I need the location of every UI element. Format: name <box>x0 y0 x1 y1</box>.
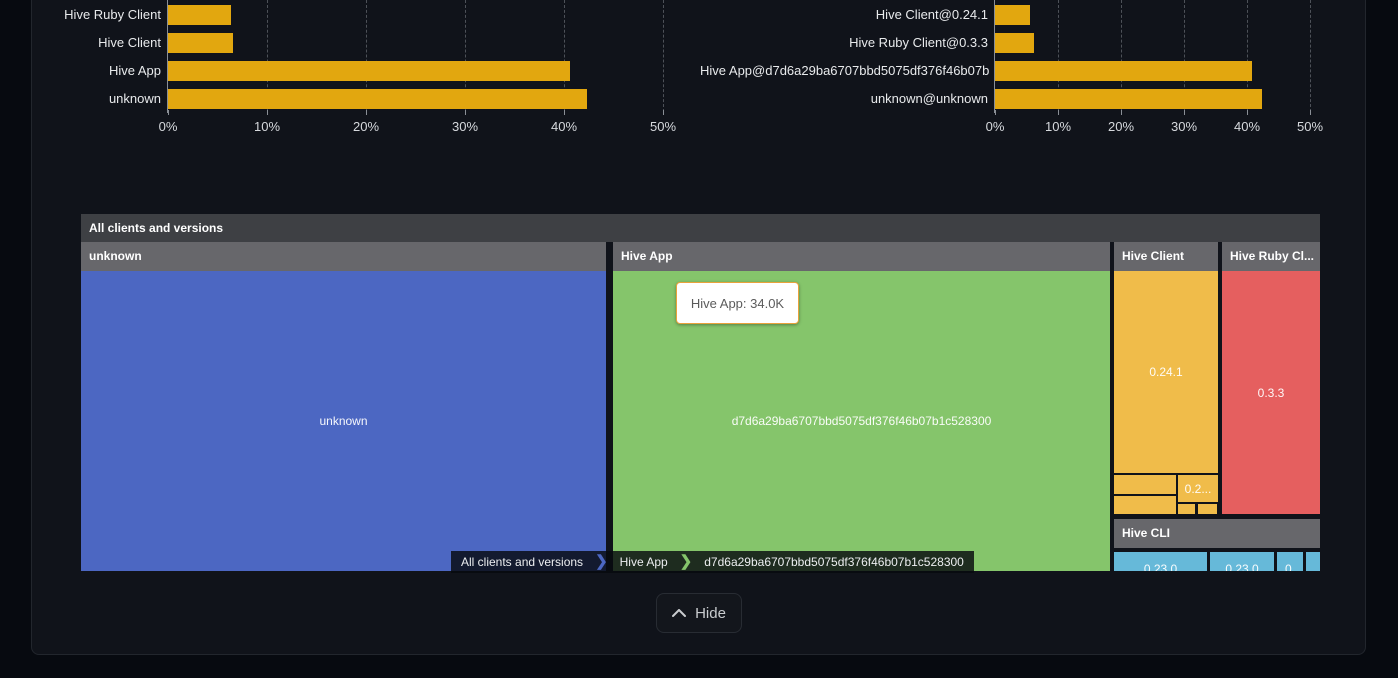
gridline <box>1310 0 1311 112</box>
treemap-section-header[interactable]: Hive CLI <box>1114 519 1320 548</box>
client-versions-share-bar-chart: 0% 10% 20% 30% 40% 50% Hive Client@0.24.1 Hive … <box>700 0 1398 140</box>
x-tick-label: 40% <box>551 119 577 134</box>
treemap-node[interactable]: 0.23.0 <box>1210 552 1274 571</box>
x-tick-label: 20% <box>353 119 379 134</box>
axis-tick <box>1247 110 1248 115</box>
treemap-section-header[interactable]: Hive App <box>613 242 1110 271</box>
axis-tick <box>465 110 466 115</box>
chevron-up-icon <box>672 609 686 617</box>
axis-tick <box>1184 110 1185 115</box>
treemap-section-header[interactable]: unknown <box>81 242 606 271</box>
bar-category-label: unknown@unknown <box>700 91 988 106</box>
treemap-node[interactable] <box>1306 552 1320 571</box>
hide-button[interactable]: Hide <box>656 593 742 633</box>
treemap-node[interactable] <box>1114 475 1176 494</box>
x-tick-label: 10% <box>254 119 280 134</box>
treemap-node[interactable]: 0.23.0 <box>1114 552 1207 571</box>
bar-category-label: Hive Client <box>0 35 161 50</box>
axis-tick <box>168 110 169 115</box>
x-tick-label: 10% <box>1045 119 1071 134</box>
treemap-root-header[interactable]: All clients and versions <box>81 214 1320 242</box>
breadcrumb-item[interactable]: d7d6a29ba6707bbd5075df376f46b07b1c528300 <box>694 551 974 573</box>
bar[interactable] <box>168 89 587 109</box>
x-tick-label: 0% <box>159 119 178 134</box>
treemap-node[interactable]: 0.24.1 <box>1114 271 1218 473</box>
x-tick-label: 20% <box>1108 119 1134 134</box>
treemap-node[interactable] <box>1178 504 1195 514</box>
clients-versions-treemap: All clients and versions unknownHive App… <box>81 214 1320 571</box>
breadcrumb-item[interactable]: All clients and versions <box>451 551 593 573</box>
axis-tick <box>1121 110 1122 115</box>
treemap-section-header[interactable]: Hive Ruby Cl... <box>1222 242 1320 271</box>
bar[interactable] <box>995 89 1262 109</box>
bar-category-label: Hive App@d7d6a29ba6707bbd5075df376f46b07… <box>700 63 988 78</box>
axis-tick <box>1058 110 1059 115</box>
bar[interactable] <box>168 33 233 53</box>
gridline <box>663 0 664 112</box>
treemap-tooltip: Hive App: 34.0K <box>676 282 799 324</box>
treemap-section-header[interactable]: Hive Client <box>1114 242 1218 271</box>
x-tick-label: 0% <box>986 119 1005 134</box>
breadcrumb-chevron-icon: ❯ <box>678 551 695 573</box>
axis-tick <box>366 110 367 115</box>
bar-category-label: unknown <box>0 91 161 106</box>
treemap-breadcrumb: All clients and versions❯Hive App❯d7d6a2… <box>451 551 974 573</box>
bar-category-label: Hive App <box>0 63 161 78</box>
axis-tick <box>1310 110 1311 115</box>
hide-button-label: Hide <box>695 605 726 622</box>
axis-tick <box>663 110 664 115</box>
treemap-node[interactable]: 0.2... <box>1178 475 1218 502</box>
bar[interactable] <box>168 5 231 25</box>
treemap-node[interactable] <box>1114 496 1176 514</box>
x-tick-label: 30% <box>1171 119 1197 134</box>
x-tick-label: 30% <box>452 119 478 134</box>
breadcrumb-chevron-icon: ❯ <box>593 551 610 573</box>
bar-category-label: Hive Ruby Client <box>0 7 161 22</box>
breadcrumb-item[interactable]: Hive App <box>610 551 678 573</box>
bar[interactable] <box>995 61 1252 81</box>
bar-category-label: Hive Client@0.24.1 <box>700 7 988 22</box>
treemap-node[interactable]: 0.3.3 <box>1222 271 1320 514</box>
axis-tick <box>267 110 268 115</box>
treemap-node[interactable]: unknown <box>81 271 606 571</box>
clients-share-bar-chart: 0% 10% 20% 30% 40% 50% Hive Ruby Client Hive Cl… <box>0 0 700 140</box>
x-tick-label: 50% <box>650 119 676 134</box>
bar[interactable] <box>995 33 1034 53</box>
x-tick-label: 50% <box>1297 119 1323 134</box>
bar[interactable] <box>168 61 570 81</box>
treemap-node[interactable] <box>1198 504 1217 514</box>
dashboard-page: 0% 10% 20% 30% 40% 50% Hive Ruby Client Hive Cl… <box>0 0 1398 678</box>
axis-tick <box>995 110 996 115</box>
bar[interactable] <box>995 5 1030 25</box>
x-tick-label: 40% <box>1234 119 1260 134</box>
bar-category-label: Hive Ruby Client@0.3.3 <box>700 35 988 50</box>
axis-tick <box>564 110 565 115</box>
treemap-node[interactable]: 0. <box>1277 552 1303 571</box>
